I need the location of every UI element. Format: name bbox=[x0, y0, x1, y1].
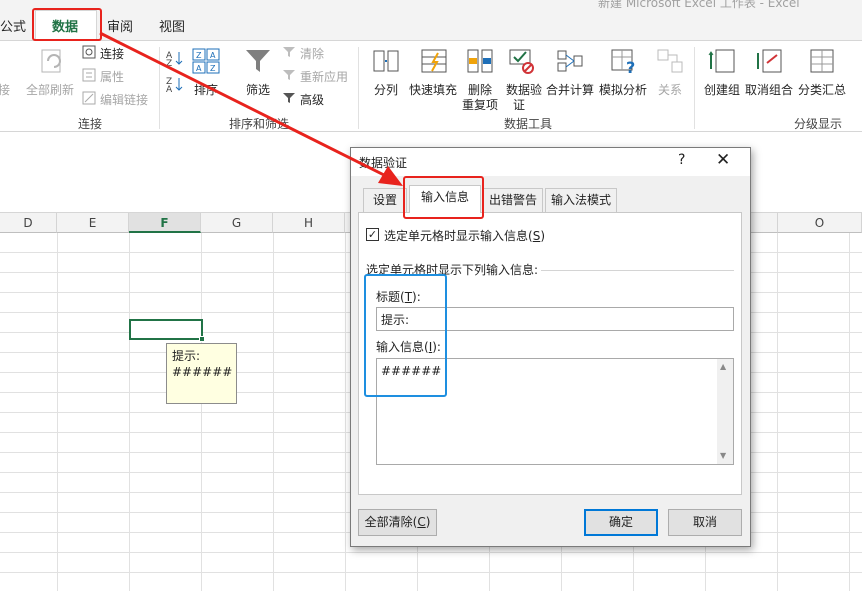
annotation-arrow bbox=[99, 31, 403, 186]
excel-window: 新建 Microsoft Excel 工作表 - Excel 公式 数据 审阅 … bbox=[0, 0, 862, 591]
tab-input-message[interactable]: 输入信息 bbox=[409, 185, 481, 213]
